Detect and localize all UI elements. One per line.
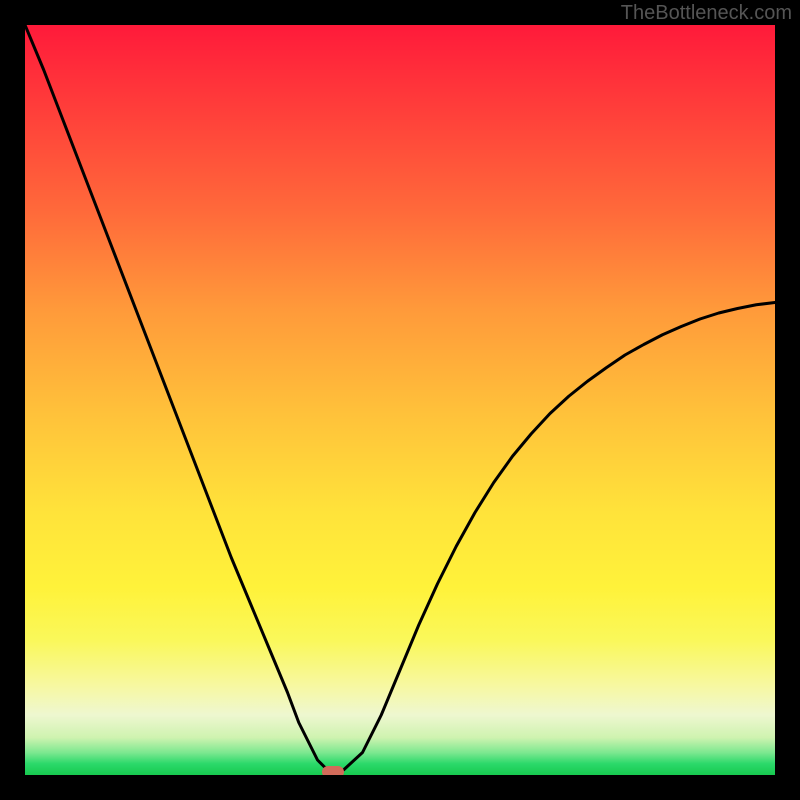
watermark-text: TheBottleneck.com [621,2,792,25]
curve-line [25,25,775,775]
minimum-marker [322,766,344,775]
chart-frame: TheBottleneck.com [0,0,800,800]
plot-area [25,25,775,775]
